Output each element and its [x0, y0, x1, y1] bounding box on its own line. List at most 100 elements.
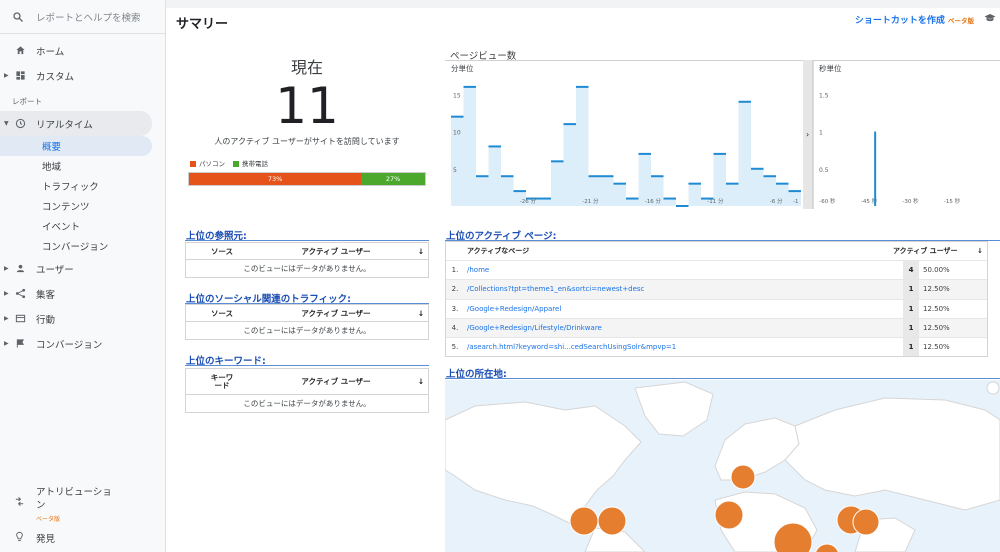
active-user-count: 1 [903, 318, 919, 338]
table-header: アクティブなページ アクティブ ユーザー ↓ [446, 242, 987, 260]
page-link[interactable]: /asearch.html?keyword=shi...cedSearchUsi… [464, 343, 903, 351]
beta-badge: ベータ版 [36, 516, 61, 523]
col-active-users: アクティブ ユーザー [301, 377, 371, 386]
sort-arrow-icon[interactable]: ↓ [414, 309, 428, 318]
minute-bar[interactable] [551, 161, 564, 206]
col-active-users: アクティブ ユーザー [301, 308, 371, 318]
device-share-bar: 73% 27% [188, 172, 426, 186]
minute-bar[interactable] [576, 86, 589, 206]
location-bubble[interactable] [815, 543, 839, 552]
nav-attribution[interactable]: アトリビューショ ン ベータ版 [0, 486, 112, 526]
world-map[interactable] [445, 380, 1000, 552]
col-active-users: アクティブ ユーザー [893, 247, 958, 255]
y-tick-label: 10 [453, 130, 461, 137]
page-link[interactable]: /Collections?tpt=theme1_en&sortci=newest… [464, 285, 903, 293]
location-bubble[interactable] [852, 508, 880, 536]
nav-custom[interactable]: ▶ カスタム [0, 63, 165, 88]
mobile-share-segment: 27% [361, 173, 425, 185]
realtime-overview[interactable]: 概要 [0, 136, 152, 156]
y-tick-label: 5 [453, 167, 457, 174]
sort-arrow-icon[interactable]: ↓ [414, 377, 428, 386]
minute-bar[interactable] [613, 183, 627, 206]
location-bubble[interactable] [986, 381, 1000, 395]
minute-bar[interactable] [501, 176, 514, 206]
clock-icon [14, 118, 26, 130]
location-bubble[interactable] [569, 506, 599, 536]
per-minute-chart: 15 10 5 -26 分 -21 分 -16 分 -11 分 -6 分 -1 [451, 85, 801, 207]
lightbulb-icon [14, 531, 26, 543]
main-content: サマリー ショートカットを作成 ベータ版 現在 11 人のアクティブ ユーザーが… [166, 8, 1000, 552]
nav-acquisition[interactable]: ▶ 集客 [0, 281, 165, 306]
y-tick-label: 0.5 [819, 167, 829, 174]
minute-bar[interactable] [751, 168, 764, 206]
divider [185, 365, 429, 366]
create-shortcut-link[interactable]: ショートカットを作成 ベータ版 [855, 13, 974, 26]
x-tick-label: -21 分 [582, 197, 599, 205]
social-table: ソース アクティブ ユーザー ↓ このビューにはデータがありません。 [185, 304, 429, 340]
table-header: キーワ ード アクティブ ユーザー ↓ [186, 369, 428, 395]
col-keyword: キーワ ード [186, 373, 258, 390]
minute-bar[interactable] [601, 176, 614, 206]
per-second-label: 秒単位 [819, 64, 842, 73]
search-placeholder: レポートとヘルプを検索 [36, 12, 141, 24]
table-row: 2. /Collections?tpt=theme1_en&sortci=newe… [446, 279, 987, 299]
person-icon [14, 263, 26, 275]
mobile-pct: 27% [385, 175, 401, 183]
expand-caret-icon: ▶ [4, 265, 9, 272]
minute-bar[interactable] [663, 198, 677, 206]
realtime-conversions-label: コンバージョン [42, 242, 109, 253]
minute-bar[interactable] [563, 124, 577, 206]
legend-desktop-label: パソコン [199, 160, 225, 168]
nav-realtime[interactable]: ▼ リアルタイム [0, 111, 152, 136]
realtime-conversions[interactable]: コンバージョン [0, 236, 165, 256]
location-bubble[interactable] [714, 500, 744, 530]
empty-message: このビューにはデータがありません。 [243, 264, 371, 273]
collapse-caret-icon: ▼ [4, 120, 9, 127]
nav-home[interactable]: ホーム [0, 38, 165, 63]
sort-arrow-icon[interactable]: ↓ [414, 247, 428, 256]
minute-bar[interactable] [463, 86, 477, 206]
sort-arrow-icon[interactable]: ↓ [977, 247, 987, 255]
nav-discover[interactable]: 発見 [0, 531, 55, 545]
nav-attribution-label: アトリビューショ [36, 487, 112, 498]
chevron-right-icon[interactable]: › [806, 130, 809, 139]
realtime-content[interactable]: コンテンツ [0, 196, 165, 216]
minute-bar[interactable] [538, 198, 552, 206]
nav-acquisition-label: 集客 [36, 289, 56, 301]
x-tick-label: -16 分 [645, 197, 662, 205]
minute-bar[interactable] [626, 198, 639, 206]
nav-realtime-label: リアルタイム [36, 119, 93, 131]
active-user-percent: 12.50% [923, 324, 950, 333]
page-link[interactable]: /home [464, 266, 903, 274]
realtime-locations[interactable]: 地域 [0, 156, 165, 176]
x-tick-label: -11 分 [707, 197, 724, 205]
col-source: ソース [210, 246, 234, 256]
nav-behavior[interactable]: ▶ 行動 [0, 306, 165, 331]
realtime-traffic[interactable]: トラフィック [0, 176, 165, 196]
nav-conversions[interactable]: ▶ コンバージョン [0, 331, 165, 356]
minute-bar[interactable] [688, 183, 702, 206]
active-pages-table: アクティブなページ アクティブ ユーザー ↓ 1. /home 4 50.00% 2. /… [445, 241, 988, 358]
location-bubble[interactable] [597, 506, 627, 536]
active-user-percent: 12.50% [923, 285, 950, 294]
row-index: 1. [451, 266, 459, 275]
realtime-events[interactable]: イベント [0, 216, 165, 236]
search-box[interactable]: レポートとヘルプを検索 [0, 0, 165, 34]
page-link[interactable]: /Google+Redesign/Lifestyle/Drinkware [464, 324, 903, 332]
minute-bar[interactable] [738, 101, 752, 206]
minute-bar[interactable] [726, 183, 739, 206]
minute-bar[interactable] [476, 176, 489, 206]
second-bar[interactable] [874, 131, 877, 206]
x-tick-label: -15 秒 [944, 197, 961, 205]
nav-audience[interactable]: ▶ ユーザー [0, 256, 165, 281]
page-link[interactable]: /Google+Redesign/Apparel [464, 305, 903, 313]
table-header: ソース アクティブ ユーザー ↓ [186, 243, 428, 260]
graduation-cap-icon[interactable] [984, 13, 996, 23]
location-bubble[interactable] [730, 464, 756, 490]
table-row: 5. /asearch.html?keyword=shi...cedSearchU… [446, 337, 987, 357]
desktop-pct: 73% [267, 175, 283, 183]
landmass-asia [784, 397, 1000, 511]
keywords-table: キーワ ード アクティブ ユーザー ↓ このビューにはデータがありません。 [185, 368, 429, 413]
y-tick-label: 1 [819, 130, 823, 137]
minute-bar[interactable] [488, 146, 502, 206]
